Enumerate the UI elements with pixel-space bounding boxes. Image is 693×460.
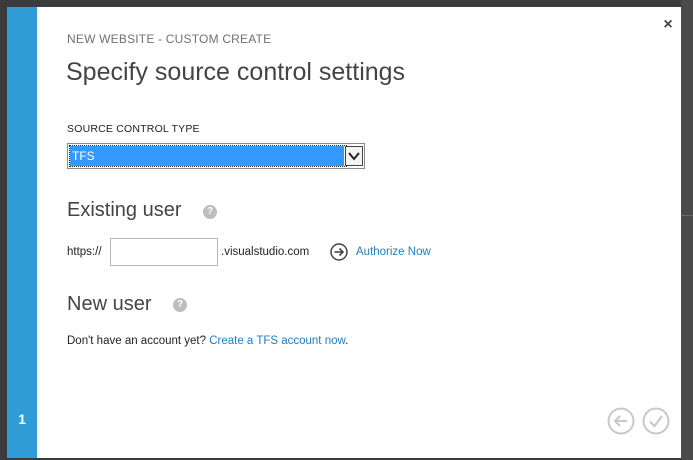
question-circle-icon[interactable]: ? bbox=[173, 298, 187, 312]
close-icon[interactable]: × bbox=[659, 16, 677, 34]
source-control-type-select[interactable]: TFS bbox=[67, 143, 365, 169]
focus-outline bbox=[69, 145, 347, 167]
dialog-subtitle: NEW WEBSITE - CUSTOM CREATE bbox=[67, 32, 272, 46]
new-user-heading: New user bbox=[67, 293, 152, 315]
url-prefix: https:// bbox=[67, 246, 102, 258]
authorize-now-link[interactable]: Authorize Now bbox=[356, 246, 431, 258]
chevron-down-icon[interactable] bbox=[345, 146, 363, 166]
question-circle-icon[interactable]: ? bbox=[203, 205, 217, 219]
backdrop-divider bbox=[681, 215, 693, 216]
new-account-prompt: Don't have an account yet? Create a TFS … bbox=[67, 335, 348, 347]
new-website-dialog: 1 × NEW WEBSITE - CUSTOM CREATE Specify … bbox=[7, 7, 681, 458]
checkmark-circle-icon[interactable] bbox=[642, 407, 670, 435]
step-indicator-bar: 1 bbox=[7, 7, 37, 458]
existing-user-heading: Existing user bbox=[67, 199, 182, 221]
arrow-right-circle-icon[interactable] bbox=[330, 243, 348, 261]
create-tfs-account-link[interactable]: Create a TFS account now bbox=[209, 335, 345, 347]
account-url-input[interactable] bbox=[110, 238, 218, 266]
prompt-text: Don't have an account yet? bbox=[67, 335, 207, 347]
page-title: Specify source control settings bbox=[66, 58, 406, 86]
source-control-type-label: SOURCE CONTROL TYPE bbox=[67, 123, 200, 135]
arrow-left-circle-icon[interactable] bbox=[607, 407, 635, 435]
url-suffix: .visualstudio.com bbox=[221, 246, 310, 258]
step-number: 1 bbox=[18, 411, 26, 427]
trailing-period: . bbox=[345, 335, 349, 347]
backdrop-panel bbox=[681, 0, 693, 460]
